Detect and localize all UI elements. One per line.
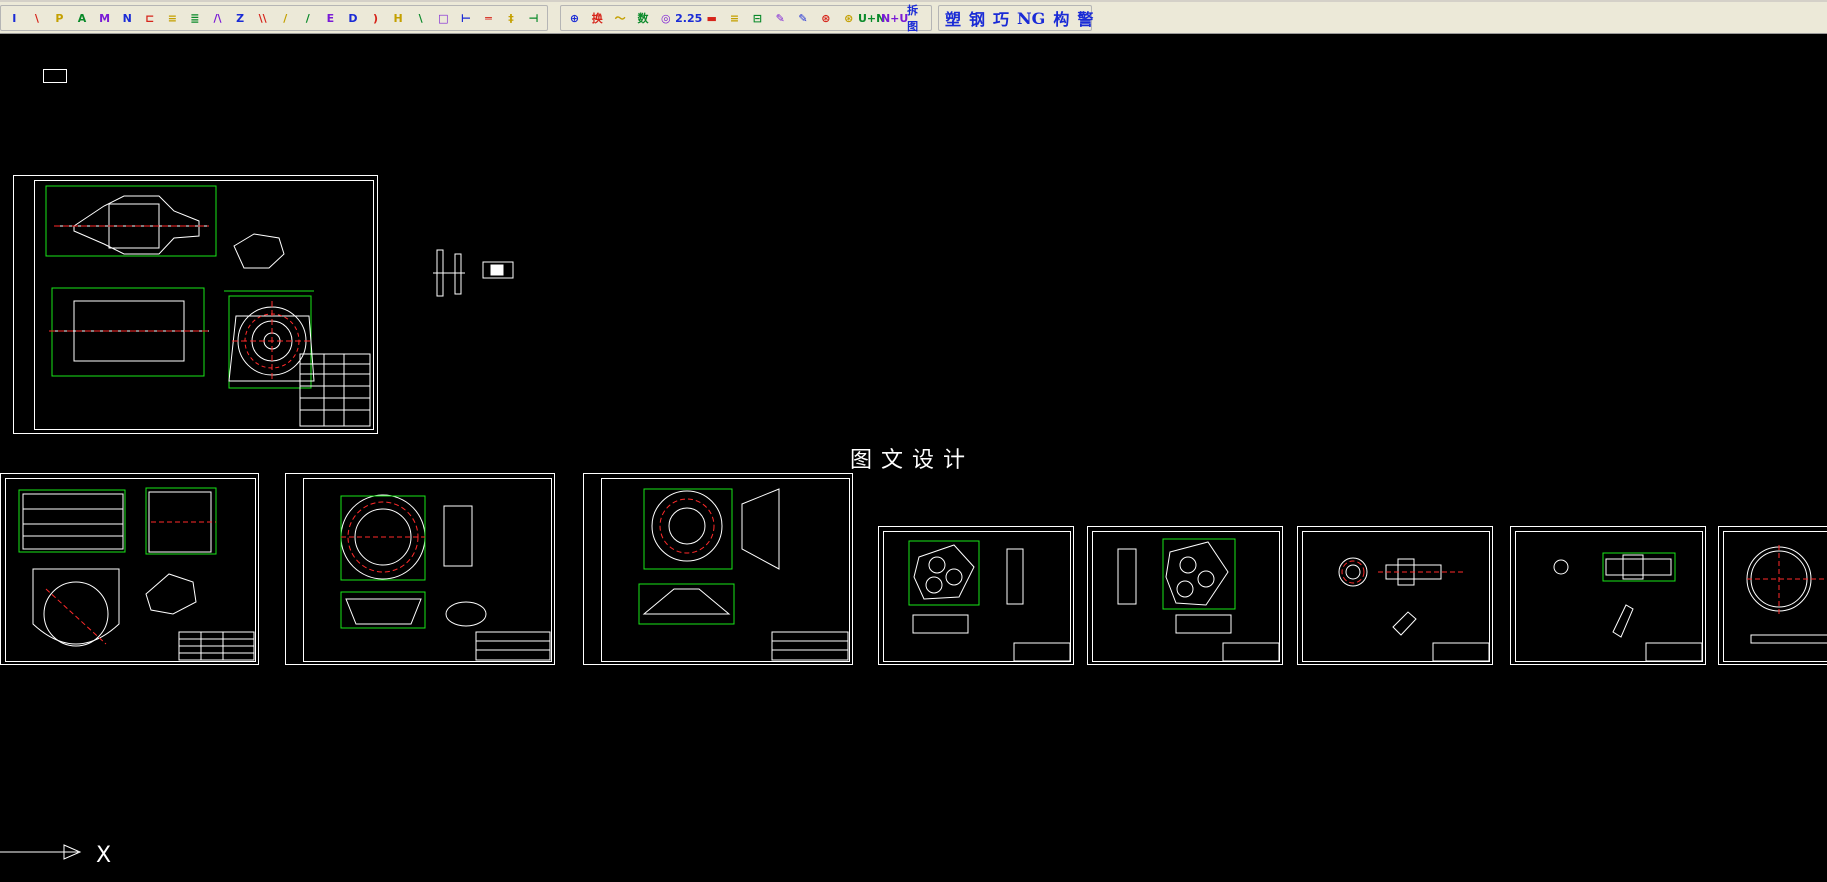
draw-tool-button-9[interactable]: /\ <box>207 7 228 29</box>
watermark-text: 图文设计 <box>850 448 975 473</box>
draw-tool-button-22[interactable]: ‡ <box>501 7 522 29</box>
utility-tool-button-2[interactable]: 〜 <box>610 7 631 29</box>
shaft-drawing-sheet-2[interactable] <box>1510 526 1706 665</box>
utility-tool-button-11[interactable]: ⊛ <box>815 7 836 29</box>
drawing-canvas[interactable]: 图文设计 X <box>0 34 1827 868</box>
draw-tool-button-8[interactable]: ≣ <box>185 7 206 29</box>
ring-drawing-sheet[interactable] <box>1718 526 1827 665</box>
x-axis-label: X <box>96 843 111 868</box>
shaft-drawing-graphic-2 <box>1553 552 1703 662</box>
draw-tool-button-16[interactable]: ) <box>365 7 386 29</box>
flange-drawing-graphic <box>638 488 849 661</box>
ucs-icon: X <box>0 838 140 882</box>
utility-tool-button-7[interactable]: ≡ <box>724 7 745 29</box>
housing-drawing-graphic <box>18 487 255 661</box>
small-part-detail <box>433 249 514 297</box>
plate-drawing-sheet-1[interactable] <box>878 526 1074 665</box>
utility-tool-button-12[interactable]: ⊛ <box>838 7 859 29</box>
shaft-drawing-graphic-1 <box>1338 557 1490 662</box>
draw-tool-button-7[interactable]: ≡ <box>162 7 183 29</box>
quick-command-button-1[interactable]: 钢 <box>966 7 988 29</box>
housing-drawing-sheet[interactable] <box>0 473 259 665</box>
utility-tool-button-0[interactable]: ⊕ <box>564 7 585 29</box>
draw-tool-button-1[interactable]: \ <box>27 7 48 29</box>
cad-toolbar: I \ P A M N ⊏ ≡ ≣/\ Z \\ / / E D) H \ □ ⊢ ═ ‡ ⊣ ⊕ 换〜数 ◎ 2.25 ▬ ≡ ⊟ ✎… <box>0 0 1827 34</box>
draw-tool-button-17[interactable]: H <box>388 7 409 29</box>
draw-tool-button-23[interactable]: ⊣ <box>523 7 544 29</box>
utility-tool-button-3[interactable]: 数 <box>633 7 654 29</box>
draw-tool-button-3[interactable]: A <box>72 7 93 29</box>
draw-tool-button-6[interactable]: ⊏ <box>139 7 160 29</box>
assembly-drawing-graphic <box>45 185 371 427</box>
draw-tool-button-0[interactable]: I <box>4 7 25 29</box>
quick-command-button-2[interactable]: 巧 <box>990 7 1012 29</box>
utility-tool-button-6[interactable]: ▬ <box>701 7 722 29</box>
utility-tool-button-9[interactable]: ✎ <box>770 7 791 29</box>
utility-tool-button-5[interactable]: 2.25 <box>675 7 702 29</box>
cover-drawing-graphic <box>340 494 551 661</box>
draw-tool-button-18[interactable]: \ <box>410 7 431 29</box>
draw-tool-button-15[interactable]: D <box>343 7 364 29</box>
draw-tool-button-2[interactable]: P <box>49 7 70 29</box>
draw-tool-button-4[interactable]: M <box>94 7 115 29</box>
draw-tool-button-11[interactable]: \\ <box>252 7 273 29</box>
utility-tool-button-4[interactable]: ◎ <box>655 7 676 29</box>
flange-drawing-sheet[interactable] <box>583 473 853 665</box>
plate-drawing-graphic-1 <box>908 540 1071 662</box>
utility-tools-group: ⊕ 换〜数 ◎ 2.25 ▬ ≡ ⊟ ✎ ✎ ⊛ ⊛ U+N N+U 拆图 <box>560 4 932 33</box>
utility-tool-button-15[interactable]: 拆图 <box>907 4 928 33</box>
quick-command-button-5[interactable]: 警 <box>1074 7 1096 29</box>
shaft-drawing-sheet-1[interactable] <box>1297 526 1493 665</box>
utility-tool-button-14[interactable]: N+U <box>881 7 908 29</box>
drawing-tools-group: I \ P A M N ⊏ ≡ ≣/\ Z \\ / / E D) H \ □ ⊢ ═ ‡ ⊣ <box>0 5 548 31</box>
draw-tool-button-14[interactable]: E <box>320 7 341 29</box>
ring-drawing-graphic <box>1746 545 1827 644</box>
draw-tool-button-12[interactable]: / <box>275 7 296 29</box>
quick-command-button-4[interactable]: 构 <box>1050 7 1072 29</box>
plate-drawing-graphic-2 <box>1117 538 1280 662</box>
cover-drawing-sheet[interactable] <box>285 473 555 665</box>
quick-command-group: 塑钢巧 NG 构警 <box>938 5 1093 31</box>
utility-tool-button-8[interactable]: ⊟ <box>747 7 768 29</box>
draw-tool-button-19[interactable]: □ <box>433 7 454 29</box>
draw-tool-button-13[interactable]: / <box>298 7 319 29</box>
quick-command-button-0[interactable]: 塑 <box>942 7 964 29</box>
utility-tool-button-1[interactable]: 换 <box>587 7 608 29</box>
quick-command-button-3[interactable]: NG <box>1014 7 1048 29</box>
plate-drawing-sheet-2[interactable] <box>1087 526 1283 665</box>
draw-tool-button-20[interactable]: ⊢ <box>456 7 477 29</box>
draw-tool-button-21[interactable]: ═ <box>478 7 499 29</box>
draw-tool-button-10[interactable]: Z <box>230 7 251 29</box>
utility-tool-button-10[interactable]: ✎ <box>793 7 814 29</box>
assembly-drawing-sheet[interactable] <box>13 175 378 434</box>
draw-tool-button-5[interactable]: N <box>117 7 138 29</box>
pickbox-cursor <box>43 69 67 83</box>
utility-tool-button-13[interactable]: U+N <box>858 7 885 29</box>
